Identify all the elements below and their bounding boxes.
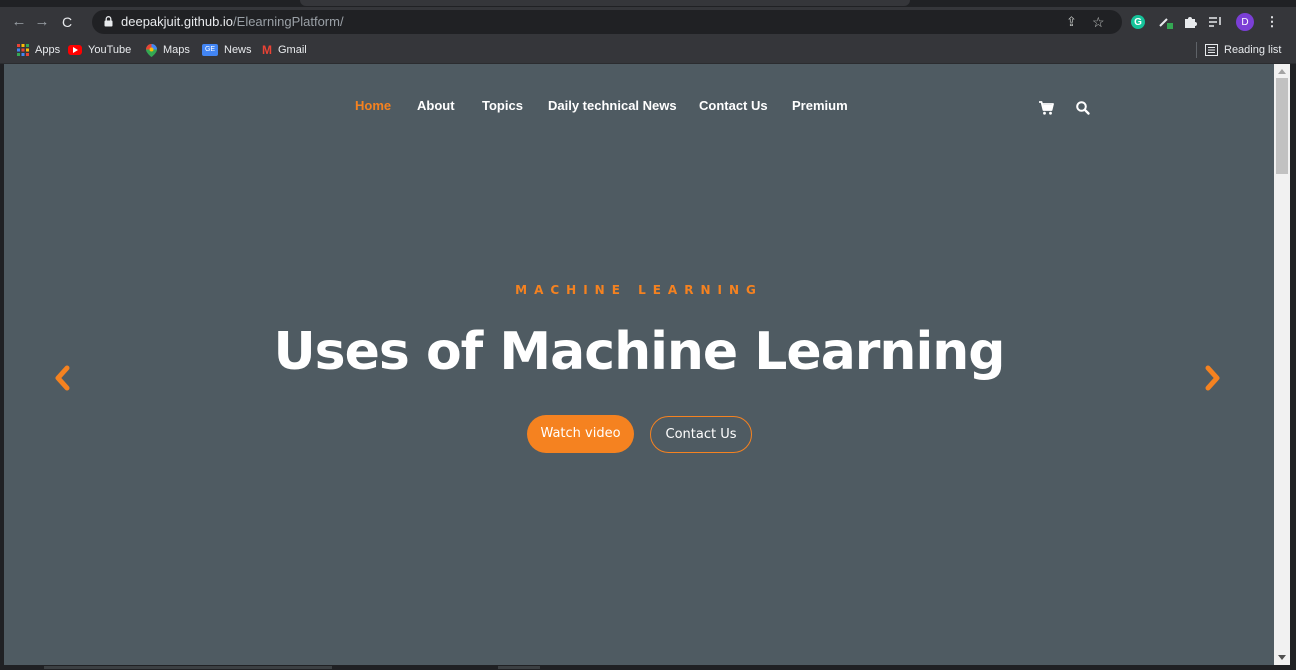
bookmark-label: Gmail bbox=[278, 44, 307, 56]
nav-contact-us[interactable]: Contact Us bbox=[699, 98, 768, 113]
apps-grid-icon bbox=[17, 44, 29, 56]
reading-list-icon bbox=[1205, 44, 1218, 56]
url-path: /ElearningPlatform/ bbox=[233, 14, 344, 29]
bookmark-youtube[interactable]: YouTube bbox=[68, 37, 131, 63]
active-tab[interactable] bbox=[300, 0, 910, 6]
back-arrow-icon[interactable]: ← bbox=[8, 7, 30, 37]
nav-daily-technical-news[interactable]: Daily technical News bbox=[548, 98, 677, 113]
youtube-icon bbox=[68, 45, 82, 55]
share-icon[interactable]: ⇪ bbox=[1066, 10, 1077, 34]
watch-video-button[interactable]: Watch video bbox=[527, 415, 634, 453]
reading-list-button[interactable]: Reading list bbox=[1205, 37, 1281, 63]
scroll-down-icon[interactable] bbox=[1278, 655, 1286, 660]
extensions-puzzle-icon[interactable] bbox=[1180, 12, 1200, 32]
grammarly-extension-icon[interactable]: G bbox=[1131, 15, 1145, 29]
vertical-scrollbar[interactable] bbox=[1274, 64, 1290, 665]
grammarly-letter: G bbox=[1134, 16, 1142, 28]
bookmark-apps[interactable]: Apps bbox=[17, 37, 60, 63]
window-right-edge bbox=[1290, 64, 1296, 670]
cart-icon[interactable] bbox=[1038, 100, 1054, 116]
google-news-icon: GE bbox=[202, 44, 218, 56]
bookmark-label: Apps bbox=[35, 44, 61, 56]
scrollbar-thumb[interactable] bbox=[1276, 78, 1288, 174]
bookmark-gmail[interactable]: M Gmail bbox=[262, 37, 307, 63]
nav-topics[interactable]: Topics bbox=[482, 98, 523, 113]
puzzle-icon bbox=[1185, 17, 1197, 28]
url-domain: deepakjuit.github.io bbox=[121, 14, 234, 29]
tab-strip bbox=[0, 0, 1296, 7]
reading-list-label: Reading list bbox=[1224, 44, 1282, 56]
hero-title: Uses of Machine Learning bbox=[273, 322, 1005, 382]
bookmark-label: Maps bbox=[163, 44, 190, 56]
avatar-letter: D bbox=[1241, 16, 1249, 28]
horizontal-scroll-thumb-secondary bbox=[498, 666, 540, 669]
bookmark-label: News bbox=[224, 44, 252, 56]
carousel-next-arrow-icon[interactable] bbox=[1201, 365, 1223, 391]
nav-home[interactable]: Home bbox=[355, 98, 391, 113]
carousel-prev-arrow-icon[interactable] bbox=[52, 365, 74, 391]
page-viewport: Home About Topics Daily technical News C… bbox=[4, 64, 1274, 665]
search-icon[interactable] bbox=[1075, 100, 1091, 116]
scroll-up-icon[interactable] bbox=[1278, 69, 1286, 74]
lock-icon bbox=[104, 16, 113, 27]
nav-about[interactable]: About bbox=[417, 98, 455, 113]
reload-icon[interactable]: C bbox=[56, 7, 78, 37]
forward-arrow-icon[interactable]: → bbox=[31, 7, 53, 37]
bookmark-star-icon[interactable]: ☆ bbox=[1092, 10, 1105, 34]
address-bar[interactable]: deepakjuit.github.io/ElearningPlatform/ … bbox=[92, 10, 1122, 34]
bookmarks-bar: Apps YouTube Maps GE News M Gmail Readin… bbox=[0, 37, 1296, 64]
bookmark-news[interactable]: GE News bbox=[202, 37, 252, 63]
profile-avatar[interactable]: D bbox=[1236, 13, 1254, 31]
nav-premium[interactable]: Premium bbox=[792, 98, 848, 113]
bookmark-label: YouTube bbox=[88, 44, 132, 56]
pen-icon bbox=[1159, 18, 1173, 29]
playlist-icon bbox=[1209, 17, 1221, 27]
maps-pin-icon bbox=[146, 43, 157, 57]
gmail-icon: M bbox=[262, 43, 272, 57]
url-text: deepakjuit.github.io/ElearningPlatform/ bbox=[121, 10, 344, 34]
contact-us-button[interactable]: Contact Us bbox=[650, 416, 752, 453]
horizontal-scroll-thumb bbox=[44, 666, 332, 669]
media-queue-icon[interactable] bbox=[1205, 12, 1225, 32]
window-bottom-edge bbox=[0, 665, 1296, 670]
divider bbox=[1196, 42, 1197, 58]
browser-toolbar: ← → C deepakjuit.github.io/ElearningPlat… bbox=[0, 7, 1296, 37]
pen-extension-icon[interactable] bbox=[1156, 12, 1176, 32]
bookmark-maps[interactable]: Maps bbox=[146, 37, 190, 63]
chrome-menu-icon[interactable]: ⋮ bbox=[1262, 12, 1282, 32]
hero-subtitle: MACHINE LEARNING bbox=[515, 283, 763, 297]
